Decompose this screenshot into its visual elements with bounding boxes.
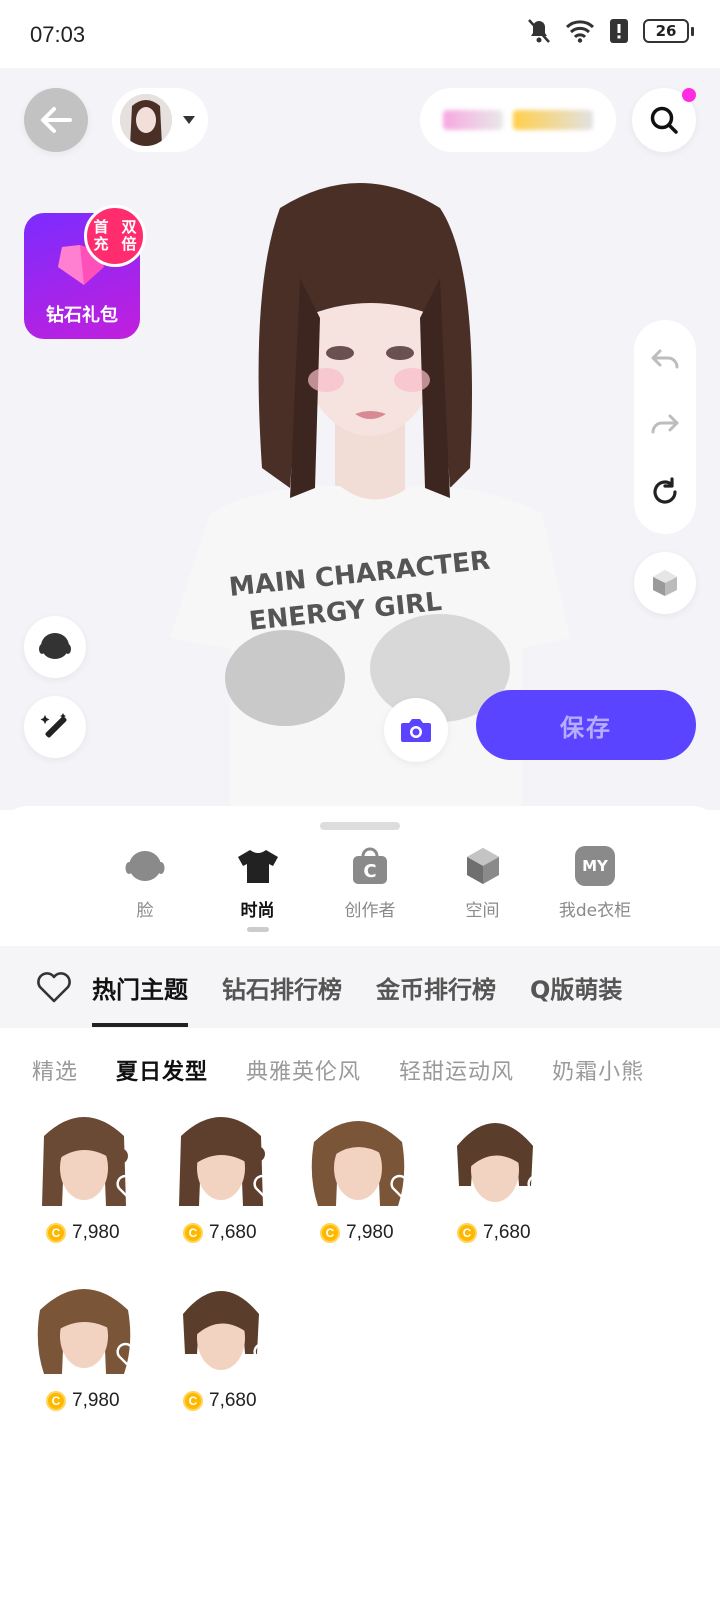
subtab-british[interactable]: 典雅英伦风 (246, 1054, 361, 1086)
heart-icon[interactable] (115, 1174, 149, 1204)
diamond-balance-blurred (443, 110, 503, 130)
hair-item[interactable]: C 7,980 (24, 1270, 161, 1438)
item-price: C 7,680 (457, 1222, 531, 1244)
item-price: C 7,980 (46, 1222, 120, 1244)
heart-icon[interactable] (115, 1342, 149, 1372)
first-recharge-double-badge: 首充 双倍 (84, 205, 146, 267)
tab-fashion[interactable]: 时尚 (203, 844, 313, 932)
tab-face[interactable]: 脸 (90, 844, 200, 932)
heart-outline-icon (37, 972, 71, 1003)
magic-wand-button[interactable] (24, 696, 86, 758)
heart-icon[interactable] (389, 1174, 423, 1204)
theme-tabs: 热门主题 钻石排行榜 金币排行榜 Q版萌装 (0, 946, 720, 1028)
coin-icon: C (183, 1391, 203, 1411)
item-grid: C 7,980 C 7,680 C 7,980 C 7,680 C 7,980 C 7,68… (24, 1102, 704, 1438)
hair-item[interactable]: C 7,980 (298, 1102, 435, 1270)
tab-label: 我de衣柜 (558, 901, 632, 921)
redo-icon[interactable] (650, 412, 680, 438)
wardrobe-sheet: 脸 时尚 C 创作者 空间 MY 我de衣柜 热门主题 钻石排行榜 金币排行榜 … (0, 806, 720, 1612)
heart-icon[interactable] (252, 1174, 286, 1204)
tab-label: 创作者 (344, 901, 396, 921)
undo-icon[interactable] (650, 347, 680, 373)
subtab-cream-bear[interactable]: 奶霜小熊 (552, 1054, 644, 1086)
3d-view-button[interactable] (634, 552, 696, 614)
tshirt-icon (237, 850, 278, 883)
coin-icon: C (46, 1223, 66, 1243)
theme-tab-hot[interactable]: 热门主题 (92, 970, 188, 1027)
subtab-featured[interactable]: 精选 (32, 1054, 78, 1086)
search-icon (650, 106, 678, 134)
theme-tab-coin-rank[interactable]: 金币排行榜 (376, 970, 496, 1005)
cube-icon (653, 570, 677, 596)
coin-icon: C (320, 1223, 340, 1243)
face-edit-button[interactable] (24, 616, 86, 678)
reset-icon[interactable] (650, 477, 680, 507)
save-button[interactable]: 保存 (476, 690, 696, 760)
search-button[interactable] (632, 88, 696, 152)
currency-balance[interactable] (420, 88, 616, 152)
battery-icon: 26 (643, 19, 694, 43)
coin-balance-blurred (513, 110, 593, 130)
heart-icon[interactable] (526, 1174, 560, 1204)
category-tabs: 脸 时尚 C 创作者 空间 MY 我de衣柜 (90, 844, 650, 932)
status-time: 07:03 (30, 22, 86, 47)
notification-dot (682, 88, 696, 102)
cube-icon (466, 848, 499, 884)
status-icons: 26 (527, 18, 694, 44)
tab-label: 时尚 (240, 901, 275, 921)
status-bar: 07:03 26 (0, 0, 720, 68)
avatar-switcher[interactable] (112, 88, 208, 152)
avatar (120, 94, 172, 146)
subtab-sporty[interactable]: 轻甜运动风 (399, 1054, 514, 1086)
face-icon (125, 851, 165, 881)
sheet-drag-handle[interactable] (320, 822, 400, 830)
item-price: C 7,980 (46, 1390, 120, 1412)
item-price: C 7,680 (183, 1390, 257, 1412)
tab-space[interactable]: 空间 (428, 844, 538, 932)
coin-icon: C (183, 1223, 203, 1243)
wifi-icon (565, 20, 595, 43)
battery-level: 26 (643, 19, 689, 43)
avatar-stage[interactable]: MAIN CHARACTER ENERGY GIRL 首充 双倍 钻石礼包 保存 (0, 68, 720, 810)
my-wardrobe-icon: MY (575, 846, 615, 886)
item-price: C 7,680 (183, 1222, 257, 1244)
edit-history-toolbar (634, 320, 696, 534)
camera-button[interactable] (384, 698, 448, 762)
subcategory-tabs: 精选 夏日发型 典雅英伦风 轻甜运动风 奶霜小熊 (0, 1050, 720, 1090)
camera-icon (401, 719, 431, 742)
svg-text:C: C (363, 861, 376, 882)
magic-wand-icon (40, 713, 67, 738)
tab-label: 空间 (465, 901, 500, 921)
hair-item[interactable]: C 7,680 (161, 1270, 298, 1438)
subtab-summer-hair[interactable]: 夏日发型 (116, 1054, 208, 1086)
favorites-button[interactable] (36, 971, 92, 1003)
arrow-left-icon (41, 107, 72, 133)
item-price: C 7,980 (320, 1222, 394, 1244)
hair-item[interactable]: C 7,680 (435, 1102, 572, 1270)
alert-icon (610, 19, 628, 43)
mute-bell-icon (528, 19, 550, 43)
theme-tab-diamond-rank[interactable]: 钻石排行榜 (222, 970, 342, 1005)
tab-creator[interactable]: C 创作者 (315, 844, 425, 932)
heart-icon[interactable] (252, 1342, 286, 1372)
back-button[interactable] (24, 88, 88, 152)
chevron-down-icon (183, 116, 195, 124)
tab-my-wardrobe[interactable]: MY 我de衣柜 (540, 844, 650, 932)
head-silhouette-icon (39, 633, 71, 659)
tab-label: 脸 (136, 901, 154, 921)
creator-bag-icon: C (353, 847, 387, 884)
theme-tab-q-style[interactable]: Q版萌装 (530, 970, 622, 1005)
hair-item[interactable]: C 7,680 (161, 1102, 298, 1270)
coin-icon: C (46, 1391, 66, 1411)
gift-label: 钻石礼包 (46, 305, 118, 326)
coin-icon: C (457, 1223, 477, 1243)
diamond-gift-pack-button[interactable]: 首充 双倍 钻石礼包 (24, 205, 146, 339)
hair-item[interactable]: C 7,980 (24, 1102, 161, 1270)
